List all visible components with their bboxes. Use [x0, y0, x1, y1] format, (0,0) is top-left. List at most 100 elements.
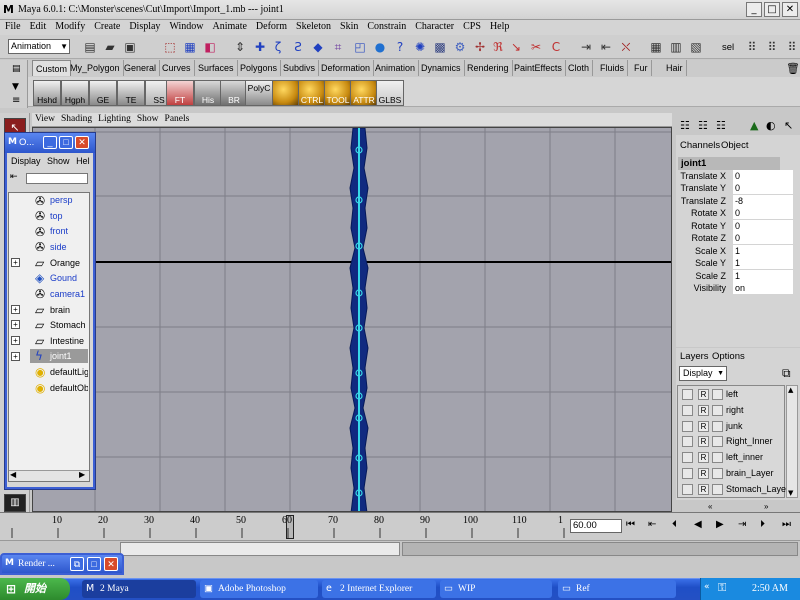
- layer-reference-toggle[interactable]: R: [698, 405, 709, 416]
- shelf-button-attr[interactable]: ATTR: [350, 80, 378, 106]
- channel-value[interactable]: 1: [733, 270, 793, 282]
- outliner-item[interactable]: defaultLightSet: [50, 367, 88, 377]
- expand-icon[interactable]: +: [11, 258, 20, 267]
- step-back-frame-icon[interactable]: ⇤: [648, 519, 656, 530]
- mode-dropdown[interactable]: Animation ▼: [8, 39, 70, 54]
- channel-value[interactable]: on: [733, 282, 793, 294]
- channel-row[interactable]: Scale Y 1: [676, 257, 800, 269]
- shelf-list-icon[interactable]: ≡: [12, 95, 20, 106]
- layers-menu[interactable]: Layers: [680, 351, 709, 362]
- menu-deform[interactable]: Deform: [251, 20, 291, 32]
- new-layer-icon[interactable]: ⧉: [782, 366, 791, 381]
- shelf-button-hshd[interactable]: Hshd: [33, 80, 61, 106]
- render-restore-button[interactable]: ⧉: [70, 557, 84, 571]
- shelf-button-sphere[interactable]: [272, 80, 300, 106]
- layer-reference-toggle[interactable]: R: [698, 389, 709, 400]
- menu-skeleton[interactable]: Skeleton: [291, 20, 335, 32]
- expand-icon[interactable]: +: [11, 352, 20, 361]
- expand-icon[interactable]: +: [11, 336, 20, 345]
- show-manip-icon[interactable]: ✢: [472, 39, 488, 55]
- shelf-button-hgph[interactable]: Hgph: [61, 80, 89, 106]
- layer-visibility-toggle[interactable]: [682, 421, 693, 432]
- hypershade-icon[interactable]: ⚙: [452, 39, 468, 55]
- layer-reference-toggle[interactable]: R: [698, 452, 709, 463]
- current-frame-field[interactable]: 60.00: [570, 519, 622, 533]
- render-view-icon[interactable]: ✺: [412, 39, 428, 55]
- render-settings-icon[interactable]: ▩: [432, 39, 448, 55]
- menu-edit[interactable]: Edit: [25, 20, 51, 32]
- layer-visibility-toggle[interactable]: [682, 484, 693, 495]
- go-to-end-icon[interactable]: ⏭: [782, 519, 791, 530]
- layout-icon[interactable]: ▥: [4, 494, 26, 512]
- shelf-button-br[interactable]: BR: [220, 80, 248, 106]
- shelf-options-icon[interactable]: ▼: [12, 82, 19, 92]
- current-time-marker[interactable]: [286, 515, 294, 539]
- viewport-menu-show[interactable]: Show: [134, 114, 162, 124]
- channel-box-toggle-icon[interactable]: ⠿: [784, 39, 800, 55]
- play-backward-icon[interactable]: ◀: [694, 519, 702, 530]
- layer-reference-toggle[interactable]: R: [698, 421, 709, 432]
- maximize-button[interactable]: □: [764, 2, 780, 17]
- scroll-right-icon[interactable]: ▶: [79, 470, 85, 479]
- shelf-button-tool[interactable]: TOOL: [324, 80, 352, 106]
- channel-value[interactable]: 0: [733, 232, 793, 244]
- shelf-button-ft[interactable]: FT: [166, 80, 194, 106]
- outliner-item[interactable]: Gound: [50, 273, 77, 283]
- viewport-front[interactable]: [32, 127, 672, 512]
- channel-value[interactable]: 0: [733, 207, 793, 219]
- expand-icon[interactable]: +: [11, 305, 20, 314]
- layer-color-swatch[interactable]: [712, 436, 723, 447]
- command-line[interactable]: [120, 542, 400, 556]
- menu-display[interactable]: Display: [124, 20, 164, 32]
- outliner-titlebar[interactable]: M O... _ □ ✕: [5, 133, 95, 153]
- snap-live-icon[interactable]: ◆: [310, 39, 326, 55]
- shelf-button-ctrl[interactable]: CTRL: [298, 80, 326, 106]
- taskbar-task-photoshop[interactable]: ▣ Adobe Photoshop: [200, 580, 318, 598]
- channel-box-icon[interactable]: ☷: [680, 119, 690, 132]
- viewport-menu-view[interactable]: View: [32, 114, 58, 124]
- menu-character[interactable]: Character: [410, 20, 458, 32]
- outliner-item[interactable]: side: [50, 242, 67, 252]
- shelf-menu-icon[interactable]: ▤: [12, 64, 21, 74]
- shelf-tab-fluids[interactable]: Fluids: [597, 60, 629, 76]
- shelf-tab-curves[interactable]: Curves: [159, 60, 195, 76]
- taskbar-task-maya[interactable]: M 2 Maya: [82, 580, 196, 598]
- menu-file[interactable]: File: [0, 20, 25, 32]
- scroll-up-icon[interactable]: ▲: [788, 386, 793, 394]
- menu-modify[interactable]: Modify: [50, 20, 89, 32]
- shelf-tab-fur[interactable]: Fur: [631, 60, 652, 76]
- menu-help[interactable]: Help: [485, 20, 513, 32]
- layer-color-swatch[interactable]: [712, 389, 723, 400]
- shelf-tab-rendering[interactable]: Rendering: [464, 60, 513, 76]
- outliner-item[interactable]: Orange: [50, 258, 80, 268]
- channel-row[interactable]: Rotate X 0: [676, 207, 800, 219]
- output-icon[interactable]: ⇤: [598, 39, 614, 55]
- layer-visibility-toggle[interactable]: [682, 468, 693, 479]
- channel-value[interactable]: -8: [733, 195, 793, 207]
- viewport-menu-lighting[interactable]: Lighting: [95, 114, 134, 124]
- menu-create[interactable]: Create: [89, 20, 124, 32]
- paint-select-icon[interactable]: ↘: [508, 39, 524, 55]
- attribute-editor-toggle-icon[interactable]: ⠿: [744, 39, 760, 55]
- channel-value[interactable]: 1: [733, 257, 793, 269]
- open-scene-icon[interactable]: ▰: [102, 39, 118, 55]
- shelf-button-polyc[interactable]: PolyC: [245, 80, 273, 106]
- menu-cps[interactable]: CPS: [458, 20, 485, 32]
- layer-color-swatch[interactable]: [712, 484, 723, 495]
- shelf-tab-subdivs[interactable]: Subdivs: [280, 60, 320, 76]
- viewport-menu-shading[interactable]: Shading: [58, 114, 95, 124]
- outliner-item[interactable]: persp: [50, 195, 73, 205]
- shelf-tab-deformation[interactable]: Deformation: [318, 60, 375, 76]
- shelf-tab-dynamics[interactable]: Dynamics: [418, 60, 465, 76]
- outliner-item[interactable]: front: [50, 226, 68, 236]
- menu-constrain[interactable]: Constrain: [362, 20, 410, 32]
- rotate-icon[interactable]: C: [548, 39, 564, 55]
- snap-grid-icon[interactable]: ⇕: [232, 39, 248, 55]
- menu-window[interactable]: Window: [164, 20, 207, 32]
- help-icon[interactable]: ?: [392, 39, 408, 55]
- step-forward-key-icon[interactable]: ⇥: [738, 519, 746, 530]
- select-hierarchy-icon[interactable]: ⬚: [162, 39, 178, 55]
- input-icon[interactable]: ⇥: [578, 39, 594, 55]
- channel-row[interactable]: Scale X 1: [676, 245, 800, 257]
- sphere-icon[interactable]: ◐: [766, 119, 776, 132]
